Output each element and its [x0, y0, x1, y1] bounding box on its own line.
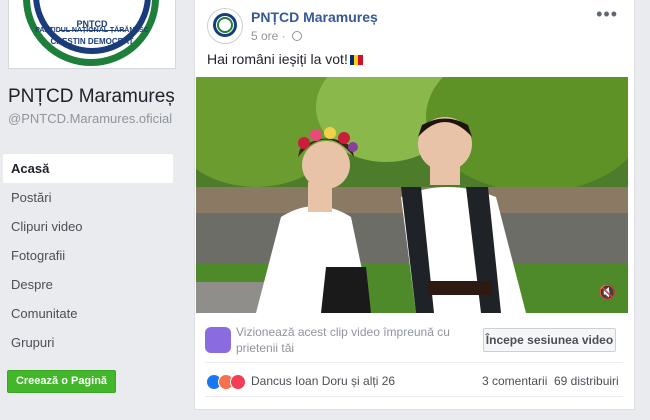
nav-item-grupuri[interactable]: Grupuri: [3, 328, 173, 357]
page-title[interactable]: PNȚCD Maramureș: [8, 86, 175, 108]
logo-party-name: PARTIDUL NAȚIONAL ȚĂRĂNESC: [35, 27, 149, 34]
nav-item-acasa[interactable]: Acasă: [3, 154, 173, 183]
start-video-session-button[interactable]: Începe sesiunea video: [483, 328, 616, 352]
video-frame: [196, 77, 628, 313]
page-profile-logo[interactable]: PNȚCD PARTIDUL NAȚIONAL ȚĂRĂNESC CREȘTIN…: [8, 0, 176, 69]
create-page-button[interactable]: Creează o Pagină: [7, 370, 116, 393]
video-player[interactable]: 🔇: [196, 77, 628, 313]
nav-item-despre[interactable]: Despre: [3, 270, 173, 299]
romania-flag-icon: [349, 52, 363, 65]
nav-item-clipuri-video[interactable]: Clipuri video: [3, 212, 173, 241]
shares-count[interactable]: 69 distribuiri: [554, 374, 619, 388]
nav-item-postari[interactable]: Postări: [3, 183, 173, 212]
watch-party-icon: [205, 327, 231, 353]
post-time[interactable]: 5 ore: [251, 29, 278, 43]
more-options-icon[interactable]: •••: [596, 4, 618, 25]
reaction-names[interactable]: Dancus Ioan Doru și alți 26: [251, 374, 395, 388]
page-handle[interactable]: @PNTCD.Maramures.oficial: [8, 111, 173, 127]
watch-party-row: Vizionează acest clip video împreună cu …: [205, 324, 623, 356]
divider-bottom: [205, 396, 623, 397]
comments-count[interactable]: 3 comentarii: [482, 374, 547, 388]
post-author[interactable]: PNȚCD Maramureș: [251, 9, 378, 25]
globe-icon: [292, 31, 303, 41]
avatar-inner-ring: [217, 17, 233, 33]
left-sidebar: PNȚCD PARTIDUL NAȚIONAL ȚĂRĂNESC CREȘTIN…: [0, 0, 180, 420]
logo-subtitle: CREȘTIN DEMOCRAT: [50, 37, 134, 46]
divider: [205, 362, 623, 363]
mute-icon[interactable]: 🔇: [599, 284, 616, 301]
author-avatar[interactable]: [207, 8, 243, 44]
love-reaction-icon: [230, 374, 246, 390]
post-message-text: Hai români ieșiți la vot!: [207, 51, 348, 67]
post-card: PNȚCD Maramureș 5 ore · ••• Hai români i…: [194, 0, 635, 410]
nav-item-fotografii[interactable]: Fotografii: [3, 241, 173, 270]
page-nav: Acasă Postări Clipuri video Fotografii D…: [3, 154, 173, 357]
meta-separator: ·: [281, 29, 286, 43]
nav-item-comunitate[interactable]: Comunitate: [3, 299, 173, 328]
post-meta: 5 ore ·: [251, 29, 303, 43]
watch-party-text: Vizionează acest clip video împreună cu …: [236, 325, 450, 355]
post-message: Hai români ieșiți la vot!: [207, 51, 363, 67]
